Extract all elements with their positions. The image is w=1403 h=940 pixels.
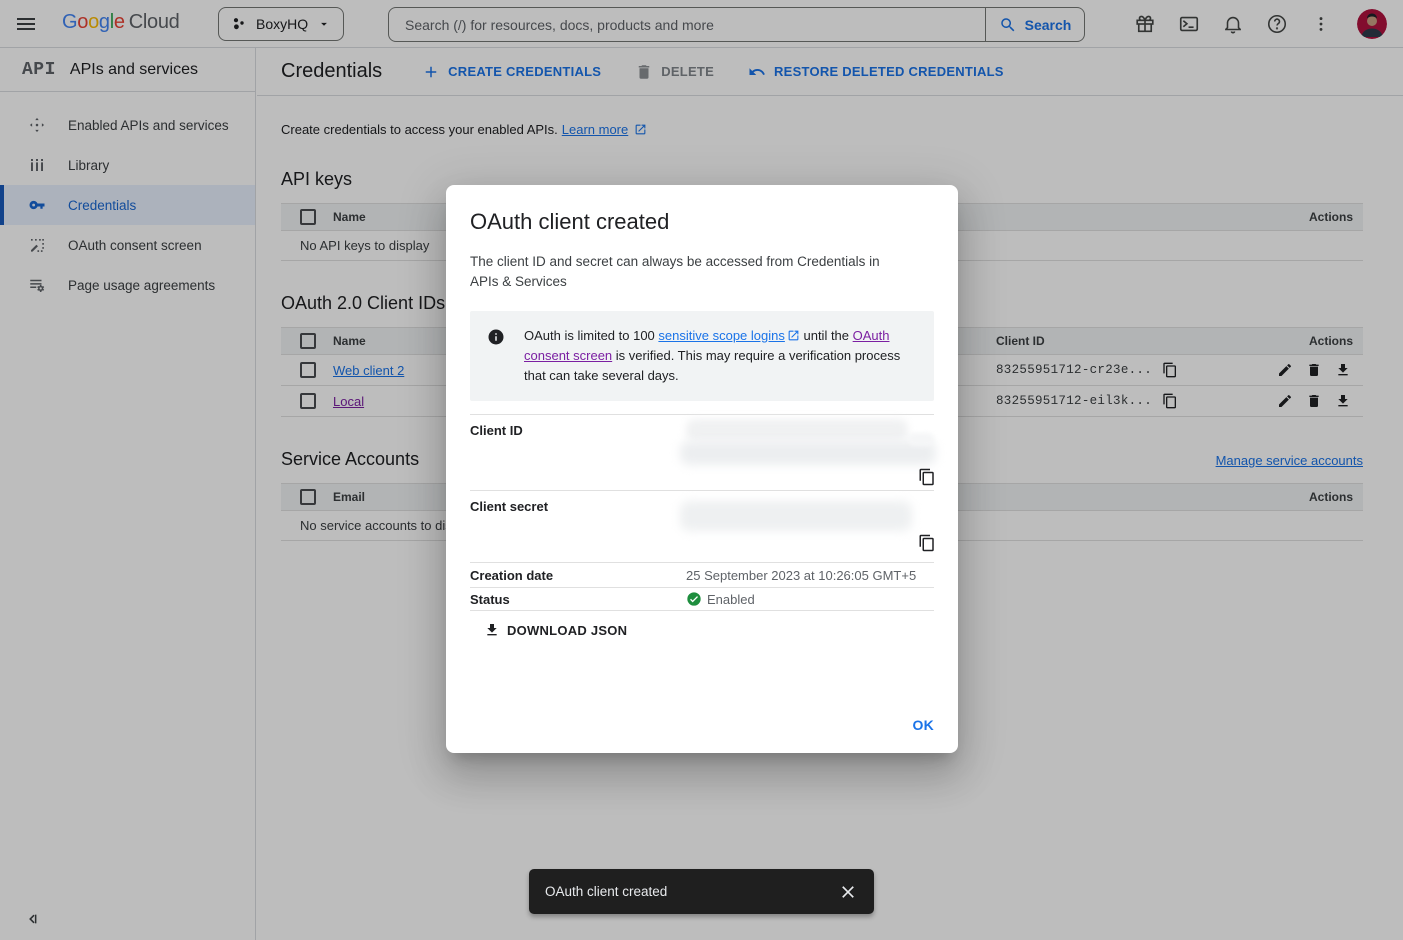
redacted-client-secret bbox=[680, 501, 912, 531]
client-secret-label: Client secret bbox=[470, 491, 686, 562]
status-row: Status Enabled bbox=[470, 587, 934, 611]
dialog-title: OAuth client created bbox=[446, 185, 958, 235]
close-icon[interactable] bbox=[838, 882, 858, 902]
creation-date-label: Creation date bbox=[470, 568, 686, 583]
client-id-label: Client ID bbox=[470, 415, 686, 490]
toast-message: OAuth client created bbox=[545, 884, 838, 899]
copy-client-secret-icon[interactable] bbox=[918, 534, 936, 552]
snackbar-toast: OAuth client created bbox=[529, 869, 874, 914]
download-icon bbox=[484, 622, 500, 638]
client-secret-row: Client secret bbox=[470, 490, 934, 562]
verification-notice: OAuth is limited to 100 sensitive scope … bbox=[470, 311, 934, 401]
oauth-client-created-dialog: OAuth client created The client ID and s… bbox=[446, 185, 958, 753]
creation-date-value: 25 September 2023 at 10:26:05 GMT+5 bbox=[686, 568, 934, 583]
creation-date-row: Creation date 25 September 2023 at 10:26… bbox=[470, 562, 934, 587]
sensitive-scope-logins-link[interactable]: sensitive scope logins bbox=[658, 328, 784, 343]
redacted-client-id bbox=[908, 433, 934, 446]
download-json-button[interactable]: DOWNLOAD JSON bbox=[484, 622, 627, 638]
info-icon bbox=[487, 328, 505, 346]
ok-button[interactable]: OK bbox=[913, 717, 935, 733]
external-link-icon bbox=[787, 329, 800, 342]
redacted-client-id bbox=[686, 419, 908, 441]
status-enabled-check-icon bbox=[686, 591, 702, 607]
copy-client-id-icon[interactable] bbox=[918, 468, 936, 486]
dialog-subtitle: The client ID and secret can always be a… bbox=[446, 235, 958, 292]
status-label: Status bbox=[470, 592, 686, 607]
redacted-client-id bbox=[680, 441, 936, 465]
status-badge: Enabled bbox=[707, 592, 755, 607]
client-id-row: Client ID bbox=[470, 414, 934, 490]
